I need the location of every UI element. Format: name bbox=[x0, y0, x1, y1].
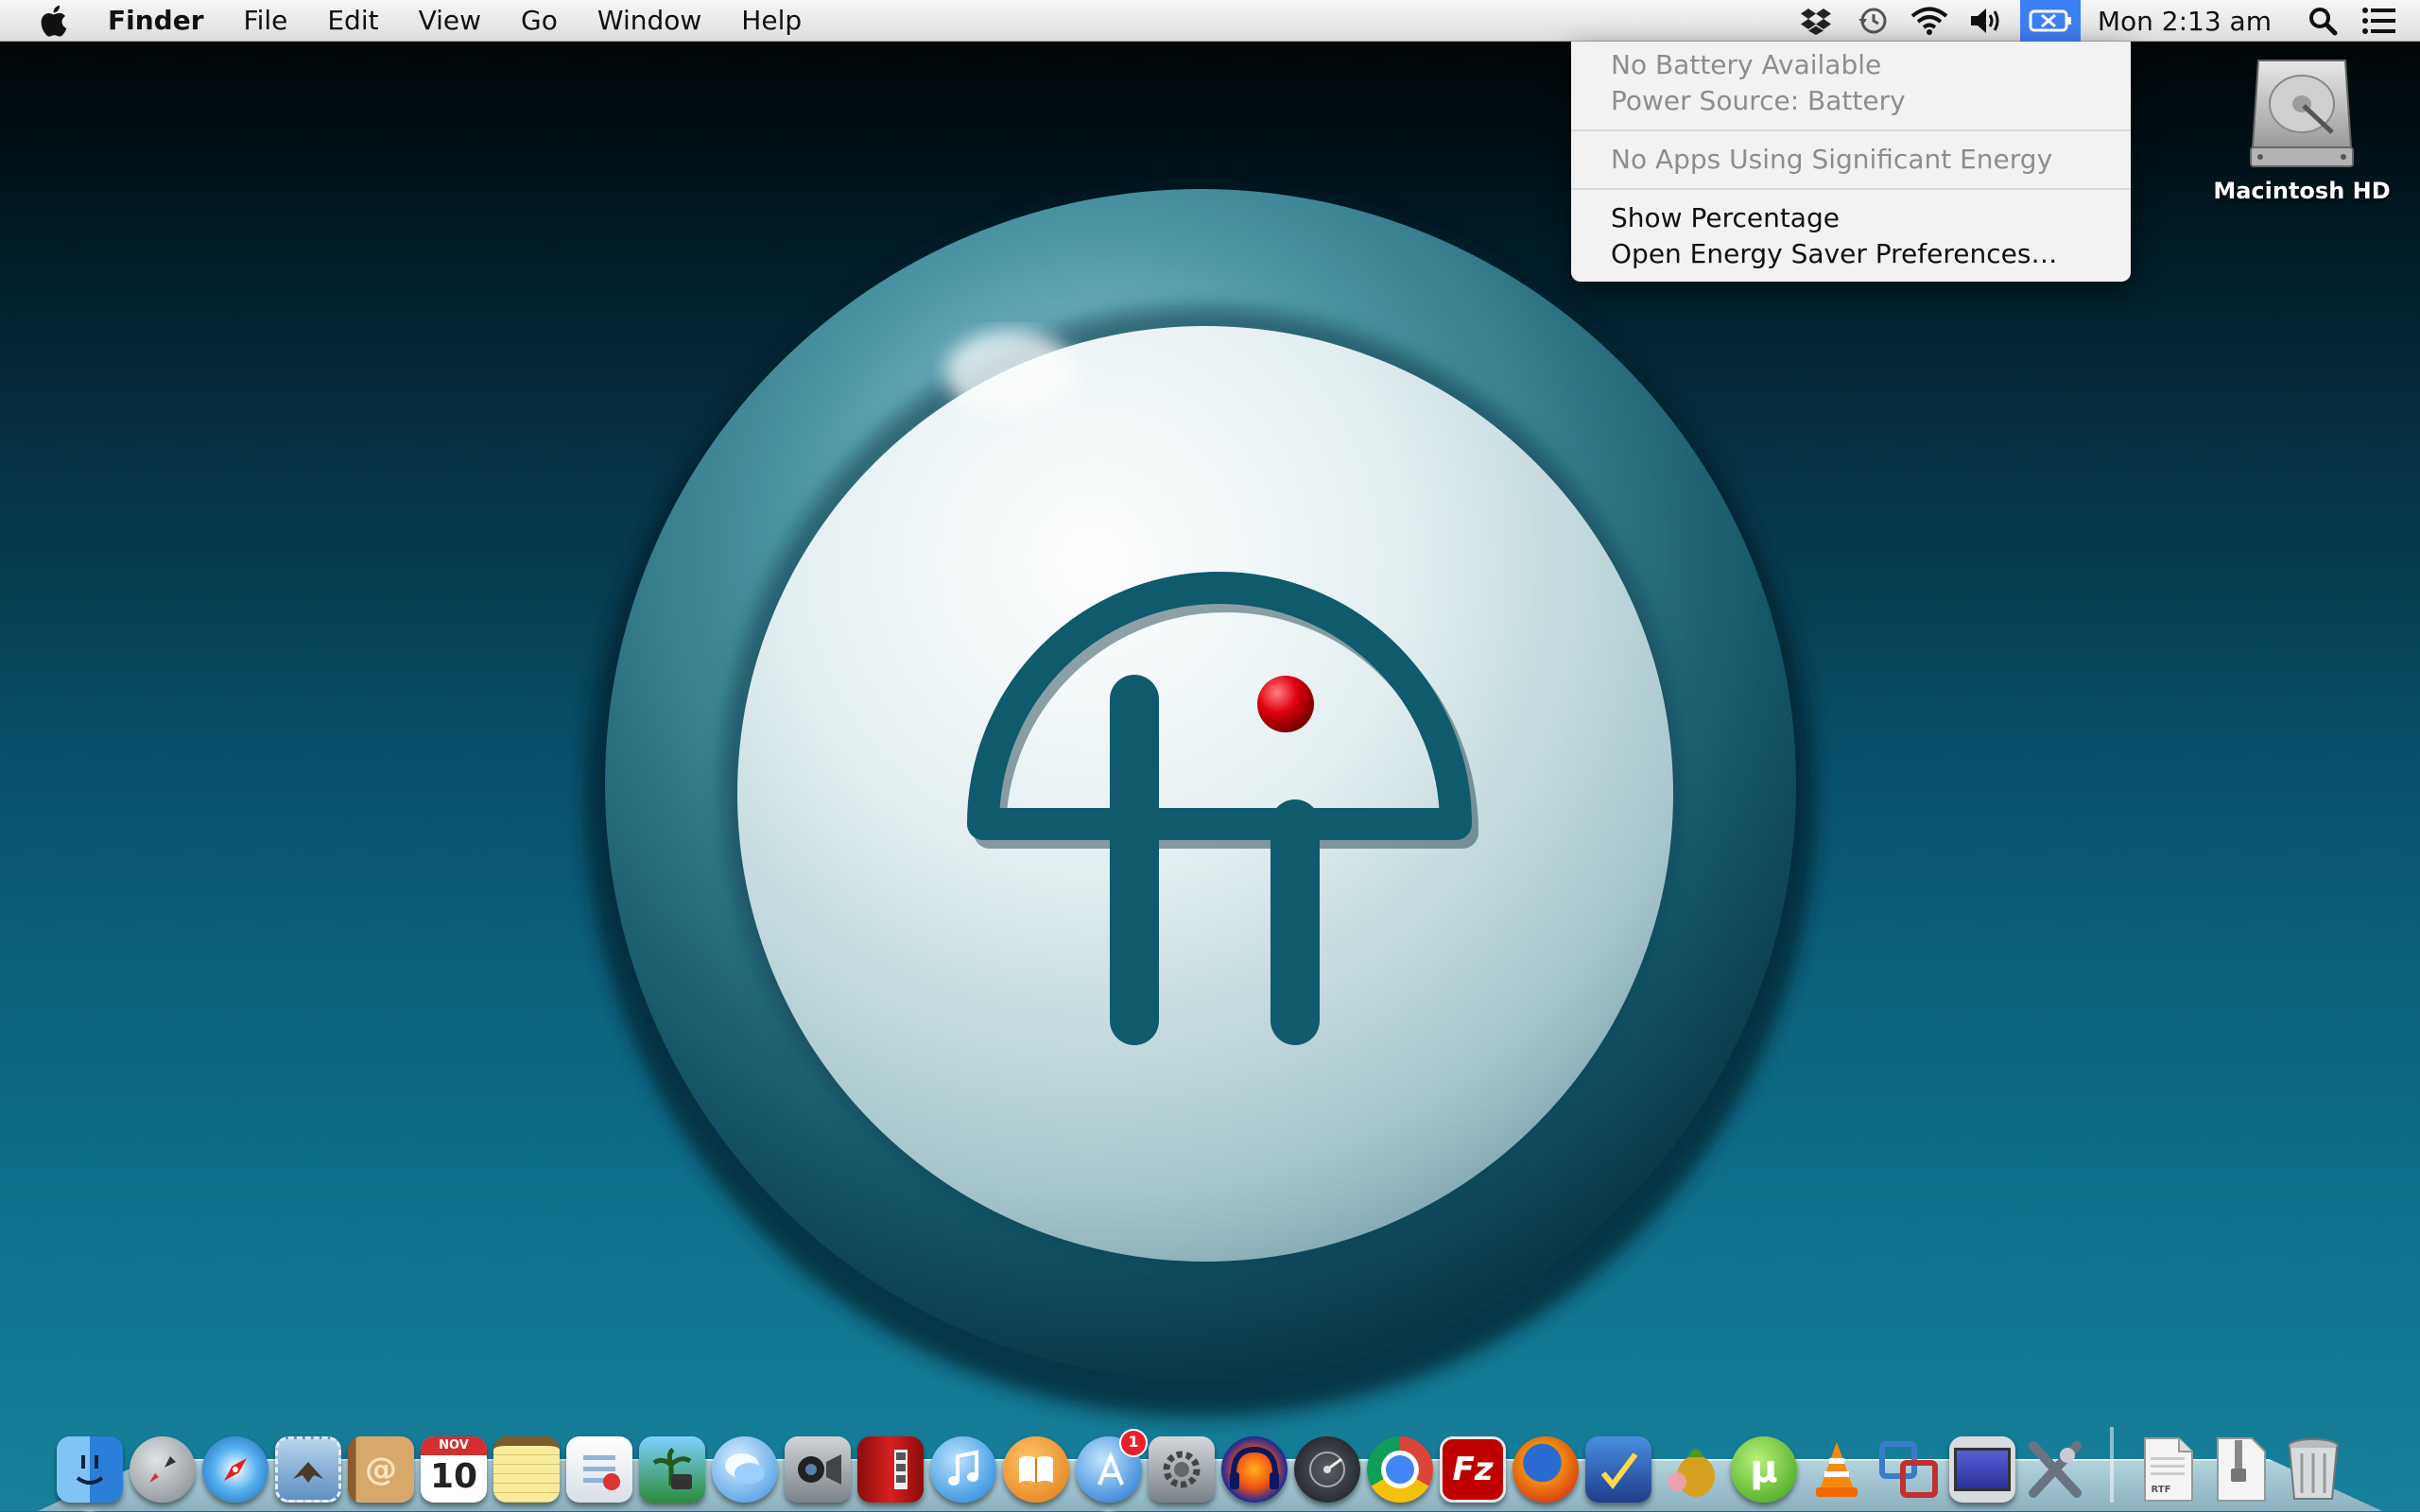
wifi-icon[interactable] bbox=[1910, 0, 1949, 42]
archive-document-icon[interactable] bbox=[2207, 1436, 2273, 1503]
hard-drive-icon bbox=[2245, 57, 2359, 168]
open-energy-saver-item[interactable]: Open Energy Saver Preferences… bbox=[1571, 236, 2131, 272]
calendar-day-label: 10 bbox=[430, 1455, 477, 1499]
vmware-icon[interactable] bbox=[1876, 1436, 1943, 1503]
fontforge-icon[interactable] bbox=[1585, 1436, 1651, 1503]
macintosh-hd-desktop-icon[interactable]: Macintosh HD bbox=[2203, 57, 2401, 204]
menu-bar: Finder File Edit View Go Window Help Mon… bbox=[0, 0, 2420, 42]
disk-utility-icon[interactable] bbox=[1294, 1436, 1360, 1503]
show-percentage-item[interactable]: Show Percentage bbox=[1571, 200, 2131, 236]
menu-edit[interactable]: Edit bbox=[307, 0, 398, 42]
volume-icon[interactable] bbox=[1966, 0, 2006, 42]
filezilla-icon[interactable]: Fz bbox=[1440, 1436, 1506, 1503]
notification-center-icon[interactable] bbox=[2360, 0, 2399, 42]
facetime-icon[interactable] bbox=[785, 1436, 851, 1503]
macintosh-hd-label: Macintosh HD bbox=[2203, 178, 2401, 204]
time-machine-icon[interactable] bbox=[1853, 0, 1893, 42]
display-icon[interactable] bbox=[1949, 1436, 2015, 1503]
safari-icon[interactable] bbox=[202, 1436, 268, 1503]
reminders-icon[interactable] bbox=[566, 1436, 632, 1503]
app-store-badge: 1 bbox=[1119, 1429, 1148, 1457]
apple-menu-icon[interactable] bbox=[34, 2, 72, 40]
photo-booth-icon[interactable] bbox=[857, 1436, 924, 1503]
calendar-icon[interactable]: NOV 10 bbox=[421, 1436, 487, 1503]
menu-separator bbox=[1571, 129, 2131, 131]
menu-window[interactable]: Window bbox=[578, 0, 721, 42]
menu-finder[interactable]: Finder bbox=[100, 0, 224, 42]
x11-icon[interactable] bbox=[2022, 1436, 2088, 1503]
chrome-icon[interactable] bbox=[1367, 1436, 1433, 1503]
launchpad-icon[interactable] bbox=[130, 1436, 196, 1503]
menu-file[interactable]: File bbox=[224, 0, 308, 42]
menu-go[interactable]: Go bbox=[501, 0, 578, 42]
dock: @ NOV 10 1 Fz µ RTF bbox=[57, 1418, 2363, 1503]
contacts-icon[interactable]: @ bbox=[348, 1436, 414, 1503]
menu-help[interactable]: Help bbox=[721, 0, 821, 42]
menu-view[interactable]: View bbox=[399, 0, 501, 42]
iphoto-icon[interactable] bbox=[639, 1436, 705, 1503]
utorrent-icon[interactable]: µ bbox=[1731, 1436, 1797, 1503]
battery-menu: No Battery Available Power Source: Batte… bbox=[1571, 42, 2131, 282]
ibooks-icon[interactable] bbox=[1003, 1436, 1069, 1503]
menu-separator bbox=[1571, 188, 2131, 190]
finder-icon[interactable] bbox=[57, 1436, 123, 1503]
trash-icon[interactable] bbox=[2280, 1436, 2346, 1503]
itunes-icon[interactable] bbox=[930, 1436, 996, 1503]
adium-icon[interactable] bbox=[1658, 1436, 1724, 1503]
dropbox-icon[interactable] bbox=[1796, 0, 1836, 42]
menubar-clock[interactable]: Mon 2:13 am bbox=[2098, 6, 2272, 37]
audacity-icon[interactable] bbox=[1221, 1436, 1288, 1503]
filezilla-glyph: Fz bbox=[1452, 1451, 1493, 1488]
vlc-icon[interactable] bbox=[1804, 1436, 1870, 1503]
firefox-icon[interactable] bbox=[1512, 1436, 1579, 1503]
dock-separator bbox=[2110, 1427, 2114, 1503]
battery-icon[interactable] bbox=[2020, 0, 2081, 42]
battery-status-label: No Battery Available bbox=[1571, 47, 2131, 83]
energy-usage-label: No Apps Using Significant Energy bbox=[1571, 142, 2131, 178]
messages-icon[interactable] bbox=[712, 1436, 778, 1503]
mail-icon[interactable] bbox=[275, 1436, 341, 1503]
power-source-label: Power Source: Battery bbox=[1571, 83, 2131, 119]
app-store-icon[interactable]: 1 bbox=[1076, 1436, 1142, 1503]
status-area: Mon 2:13 am bbox=[1788, 0, 2420, 42]
notes-icon[interactable] bbox=[493, 1436, 560, 1503]
wallpaper-logo bbox=[567, 170, 1834, 1436]
rtf-document-icon[interactable]: RTF bbox=[2135, 1436, 2201, 1503]
rtf-label: RTF bbox=[2135, 1485, 2187, 1495]
calendar-month-label: NOV bbox=[421, 1436, 487, 1455]
spotlight-search-icon[interactable] bbox=[2303, 0, 2342, 42]
system-preferences-icon[interactable] bbox=[1149, 1436, 1215, 1503]
